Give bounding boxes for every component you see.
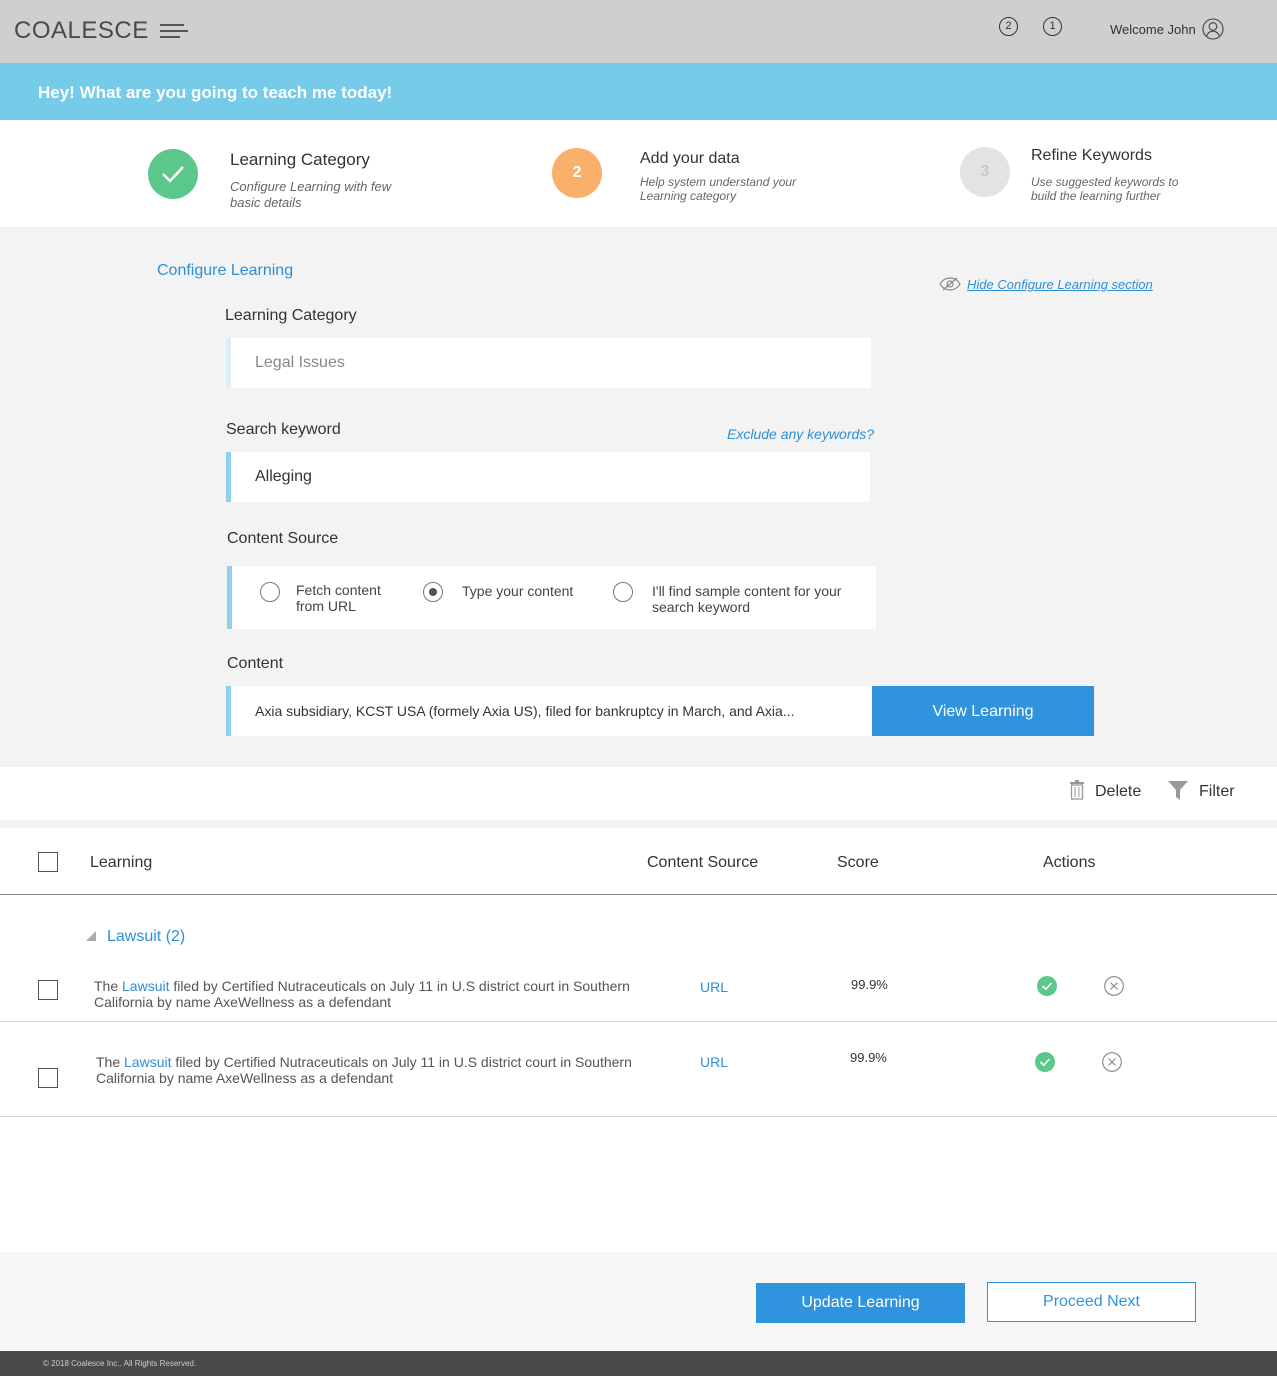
row-2-checkbox[interactable] — [38, 1068, 58, 1088]
row-2-approve-icon[interactable] — [1035, 1052, 1055, 1072]
step-3-desc-line1: Use suggested keywords to — [1031, 175, 1179, 189]
row-1-checkbox[interactable] — [38, 980, 58, 1000]
radio-fetch-url-label-line1[interactable]: Fetch content — [296, 582, 381, 598]
step-3-number[interactable]: 3 — [960, 147, 1010, 197]
column-header-content-source[interactable]: Content Source — [647, 854, 758, 872]
notification-badge-1[interactable]: 2 — [999, 17, 1018, 36]
copyright-bar: © 2018 Coalesce Inc.. All Rights Reserve… — [0, 1351, 1277, 1376]
app-logo: COALESCE — [14, 17, 149, 44]
welcome-banner: Hey! What are you going to teach me toda… — [0, 63, 1277, 120]
step-2-desc-line2: Learning category — [640, 189, 737, 203]
radio-sample-content[interactable] — [613, 582, 633, 602]
content-label: Content — [227, 655, 284, 672]
step-2-title[interactable]: Add your data — [640, 150, 740, 168]
step-3-desc-line2: build the learning further — [1031, 189, 1161, 203]
step-2-desc-line1: Help system understand your — [640, 175, 797, 189]
table-toolbar: Delete Filter — [3, 767, 1277, 820]
menu-icon[interactable] — [160, 24, 188, 42]
notification-badge-2[interactable]: 1 — [1043, 17, 1062, 36]
radio-fetch-url[interactable] — [260, 582, 280, 602]
select-all-checkbox[interactable] — [38, 852, 58, 872]
step-1-desc-line1: Configure Learning with few — [230, 179, 392, 194]
radio-type-content[interactable] — [423, 582, 443, 602]
step-1-check-icon[interactable] — [148, 149, 198, 199]
wizard-steps: Learning Category Configure Learning wit… — [0, 120, 1277, 227]
row-1-learning-text: The Lawsuit filed by Certified Nutraceut… — [94, 978, 630, 1010]
row-1-lawsuit-link[interactable]: Lawsuit — [122, 978, 169, 994]
welcome-text: Welcome John — [1110, 22, 1196, 37]
row-2-score: 99.9% — [850, 1050, 887, 1065]
configure-learning-title: Configure Learning — [157, 262, 294, 279]
content-value: Axia subsidiary, KCST USA (formely Axia … — [255, 703, 795, 719]
column-header-score[interactable]: Score — [837, 854, 879, 872]
proceed-next-button[interactable]: Proceed Next — [987, 1282, 1196, 1322]
header-divider — [0, 894, 1277, 895]
search-keyword-field[interactable]: Alleging — [226, 452, 870, 502]
row-divider — [0, 1116, 1277, 1117]
hide-eye-icon[interactable] — [939, 277, 961, 291]
row-1-score: 99.9% — [851, 977, 888, 992]
learning-category-placeholder: Legal Issues — [255, 354, 345, 371]
top-bar: COALESCE 2 1 Welcome John — [0, 0, 1277, 63]
row-divider — [0, 1021, 1277, 1022]
user-avatar-icon[interactable] — [1202, 18, 1224, 40]
radio-sample-content-label-line2[interactable]: search keyword — [652, 599, 750, 615]
row-1-reject-icon[interactable] — [1104, 976, 1124, 996]
row-1-source-link[interactable]: URL — [700, 979, 728, 995]
learning-category-field[interactable]: Legal Issues — [226, 338, 871, 388]
row-2-reject-icon[interactable] — [1102, 1052, 1122, 1072]
search-keyword-value: Alleging — [255, 468, 312, 485]
group-lawsuit[interactable]: Lawsuit (2) — [107, 928, 185, 946]
search-keyword-label: Search keyword — [226, 421, 341, 438]
content-field[interactable]: Axia subsidiary, KCST USA (formely Axia … — [226, 686, 872, 736]
configure-learning-section: Configure Learning Hide Configure Learni… — [0, 227, 1277, 767]
step-2-number[interactable]: 2 — [552, 148, 602, 198]
step-3-title[interactable]: Refine Keywords — [1031, 147, 1152, 165]
view-learning-button[interactable]: View Learning — [872, 686, 1094, 736]
radio-type-content-label[interactable]: Type your content — [462, 583, 573, 599]
step-1-desc-line2: basic details — [230, 195, 302, 210]
row-2-learning-text: The Lawsuit filed by Certified Nutraceut… — [96, 1054, 632, 1086]
collapse-triangle-icon[interactable] — [86, 931, 96, 941]
exclude-keywords-link[interactable]: Exclude any keywords? — [727, 426, 874, 442]
section-divider — [0, 820, 1277, 828]
content-source-options: Fetch content from URL Type your content… — [227, 566, 876, 629]
banner-text: Hey! What are you going to teach me toda… — [38, 83, 393, 102]
hide-configure-learning-link[interactable]: Hide Configure Learning section — [967, 277, 1153, 292]
learning-category-label: Learning Category — [225, 307, 357, 324]
filter-button[interactable]: Filter — [1199, 783, 1235, 801]
radio-fetch-url-label-line2[interactable]: from URL — [296, 598, 356, 614]
filter-icon[interactable] — [1168, 781, 1188, 801]
step-1-title[interactable]: Learning Category — [230, 150, 370, 170]
trash-icon[interactable] — [1070, 780, 1084, 800]
content-source-label: Content Source — [227, 530, 339, 547]
column-header-actions: Actions — [1043, 854, 1096, 871]
column-header-learning[interactable]: Learning — [90, 854, 152, 872]
row-1-approve-icon[interactable] — [1037, 976, 1057, 996]
row-2-lawsuit-link[interactable]: Lawsuit — [124, 1054, 171, 1070]
delete-button[interactable]: Delete — [1095, 783, 1141, 801]
row-2-source-link[interactable]: URL — [700, 1054, 728, 1070]
radio-sample-content-label-line1[interactable]: I'll find sample content for your — [652, 583, 841, 599]
update-learning-button[interactable]: Update Learning — [756, 1283, 965, 1323]
copyright-text: © 2018 Coalesce Inc.. All Rights Reserve… — [43, 1359, 197, 1368]
